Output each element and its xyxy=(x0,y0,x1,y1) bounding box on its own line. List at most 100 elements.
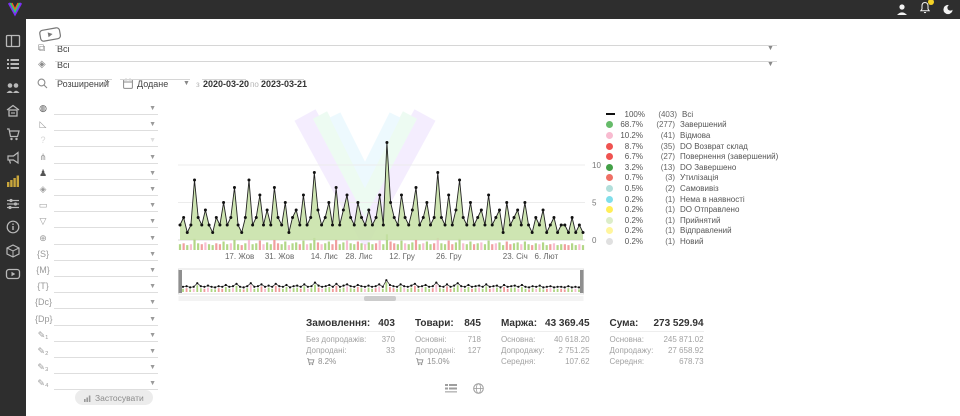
legend-item[interactable]: 0.2%(1)Новий xyxy=(606,236,786,247)
source-filter-underline[interactable] xyxy=(55,45,777,46)
search-mode-select[interactable]: Розширений xyxy=(57,79,109,89)
status-t-filter-underline[interactable] xyxy=(54,292,158,293)
legend-item[interactable]: 10.2%(41)Відмова xyxy=(606,130,786,141)
custom-field-1-filter-underline[interactable] xyxy=(54,341,158,342)
legend-item[interactable]: 68.7%(277)Завершений xyxy=(606,120,786,131)
brush-handle-left[interactable] xyxy=(179,270,183,293)
custom-field-3-filter[interactable]: ✎₃▼ xyxy=(30,362,158,377)
status-s-filter[interactable]: {S}▼ xyxy=(30,249,158,264)
chevron-down-icon[interactable]: ▼ xyxy=(767,61,774,68)
user-icon[interactable] xyxy=(896,3,908,16)
help-filter[interactable]: ?▼ xyxy=(30,135,158,150)
legend-item[interactable]: 3.2%(13)DO Завершено xyxy=(606,162,786,173)
legend-item[interactable]: 0.2%(1)DO Отправлено xyxy=(606,204,786,215)
sidebar-item-info[interactable] xyxy=(5,219,21,235)
chevron-down-icon[interactable]: ▼ xyxy=(149,348,156,355)
sidebar-item-analytics[interactable] xyxy=(5,173,21,189)
structure-filter[interactable]: ⋔▼ xyxy=(30,152,158,167)
chevron-down-icon[interactable]: ▼ xyxy=(149,121,156,128)
chevron-down-icon[interactable]: ▼ xyxy=(104,80,111,87)
source-chart-filter-underline[interactable] xyxy=(54,130,158,131)
sidebar-item-dashboard[interactable] xyxy=(5,33,21,49)
chevron-down-icon[interactable]: ▼ xyxy=(149,235,156,242)
status-m-filter-underline[interactable] xyxy=(54,276,158,277)
sidebar-item-marketing[interactable] xyxy=(5,150,21,166)
list-view-icon[interactable] xyxy=(445,383,457,393)
sidebar-item-products-box[interactable] xyxy=(5,243,21,259)
legend-item[interactable]: 8.7%(35)DO Возврат склад xyxy=(606,141,786,152)
manager-filter[interactable]: ♟▼ xyxy=(30,168,158,183)
legend-item[interactable]: 0.2%(1)Нема в наявності xyxy=(606,194,786,205)
range-brush[interactable] xyxy=(178,268,586,302)
apply-button[interactable]: Застосувати xyxy=(75,390,153,405)
status-m-filter[interactable]: {M}▼ xyxy=(30,265,158,280)
custom-field-1-filter[interactable]: ✎₁▼ xyxy=(30,330,158,345)
notifications-button[interactable] xyxy=(919,1,931,19)
sidebar-item-video[interactable] xyxy=(5,266,21,282)
custom-field-2-filter[interactable]: ✎₂▼ xyxy=(30,346,158,361)
stat-subvalue: 245 871.02 xyxy=(663,334,703,345)
legend-item[interactable]: 100%(403)Всі xyxy=(606,109,786,120)
chevron-down-icon[interactable]: ▼ xyxy=(149,380,156,387)
payment-filter-underline[interactable] xyxy=(54,211,158,212)
date-from-input[interactable]: 2020-03-20 xyxy=(203,79,249,89)
chevron-down-icon[interactable]: ▼ xyxy=(149,299,156,306)
help-filter-underline[interactable] xyxy=(54,146,158,147)
project-tag-icon[interactable] xyxy=(37,24,63,44)
product-filter-underline[interactable] xyxy=(54,195,158,196)
brush-handle-right[interactable] xyxy=(580,270,584,293)
sidebar-item-settings-sliders[interactable] xyxy=(5,196,21,212)
chevron-down-icon[interactable]: ▼ xyxy=(149,332,156,339)
sidebar-item-customers[interactable] xyxy=(5,80,21,96)
chevron-down-icon[interactable]: ▼ xyxy=(149,267,156,274)
chevron-down-icon[interactable]: ▼ xyxy=(149,186,156,193)
chevron-down-icon[interactable]: ▼ xyxy=(149,283,156,290)
status-dc-filter-underline[interactable] xyxy=(54,308,158,309)
brush-scrollbar-thumb[interactable] xyxy=(364,296,396,301)
chevron-down-icon[interactable]: ▼ xyxy=(767,45,774,52)
product-filter-underline[interactable] xyxy=(55,61,777,62)
sidebar-item-orders-list[interactable] xyxy=(5,56,21,72)
product-filter[interactable]: ◈▼ xyxy=(30,184,158,199)
legend-item[interactable]: 0.7%(3)Утилізація xyxy=(606,173,786,184)
website-filter[interactable]: ⊕▼ xyxy=(30,233,158,248)
date-to-input[interactable]: 2023-03-21 xyxy=(261,79,307,89)
moon-icon[interactable] xyxy=(942,3,954,16)
country-filter[interactable]: ◍▼ xyxy=(30,103,158,118)
payment-filter[interactable]: ▭▼ xyxy=(30,200,158,215)
status-s-filter-underline[interactable] xyxy=(54,260,158,261)
structure-filter-underline[interactable] xyxy=(54,163,158,164)
funnel-filter-underline[interactable] xyxy=(54,227,158,228)
chevron-down-icon[interactable]: ▼ xyxy=(149,202,156,209)
country-filter-underline[interactable] xyxy=(54,114,158,115)
sidebar-item-store[interactable] xyxy=(5,103,21,119)
chevron-down-icon[interactable]: ▼ xyxy=(149,218,156,225)
legend-item[interactable]: 0.2%(1)Відправлений xyxy=(606,226,786,237)
globe-icon[interactable] xyxy=(473,383,484,394)
chevron-down-icon[interactable]: ▼ xyxy=(183,80,190,87)
chevron-down-icon[interactable]: ▼ xyxy=(149,170,156,177)
date-field-select[interactable]: Додане xyxy=(137,79,168,89)
chevron-down-icon[interactable]: ▼ xyxy=(149,137,156,144)
chevron-down-icon[interactable]: ▼ xyxy=(149,364,156,371)
sidebar-item-cart[interactable] xyxy=(5,126,21,142)
website-filter-underline[interactable] xyxy=(54,244,158,245)
chevron-down-icon[interactable]: ▼ xyxy=(149,154,156,161)
app-logo-icon[interactable] xyxy=(7,1,23,17)
legend-item[interactable]: 0.5%(2)Самовивіз xyxy=(606,183,786,194)
custom-field-3-filter-underline[interactable] xyxy=(54,373,158,374)
stat-sublabel: Основна: xyxy=(501,334,535,345)
status-t-filter[interactable]: {T}▼ xyxy=(30,281,158,296)
legend-item[interactable]: 6.7%(27)Повернення (завершений) xyxy=(606,151,786,162)
status-dp-filter[interactable]: {Dp}▼ xyxy=(30,314,158,329)
funnel-filter[interactable]: ▽▼ xyxy=(30,216,158,231)
source-chart-filter[interactable]: ◺▼ xyxy=(30,119,158,134)
status-dc-filter[interactable]: {Dc}▼ xyxy=(30,297,158,312)
chevron-down-icon[interactable]: ▼ xyxy=(149,251,156,258)
legend-item[interactable]: 0.2%(1)Прийнятий xyxy=(606,215,786,226)
manager-filter-underline[interactable] xyxy=(54,179,158,180)
custom-field-2-filter-underline[interactable] xyxy=(54,357,158,358)
status-dp-filter-underline[interactable] xyxy=(54,325,158,326)
chevron-down-icon[interactable]: ▼ xyxy=(149,105,156,112)
chevron-down-icon[interactable]: ▼ xyxy=(149,316,156,323)
